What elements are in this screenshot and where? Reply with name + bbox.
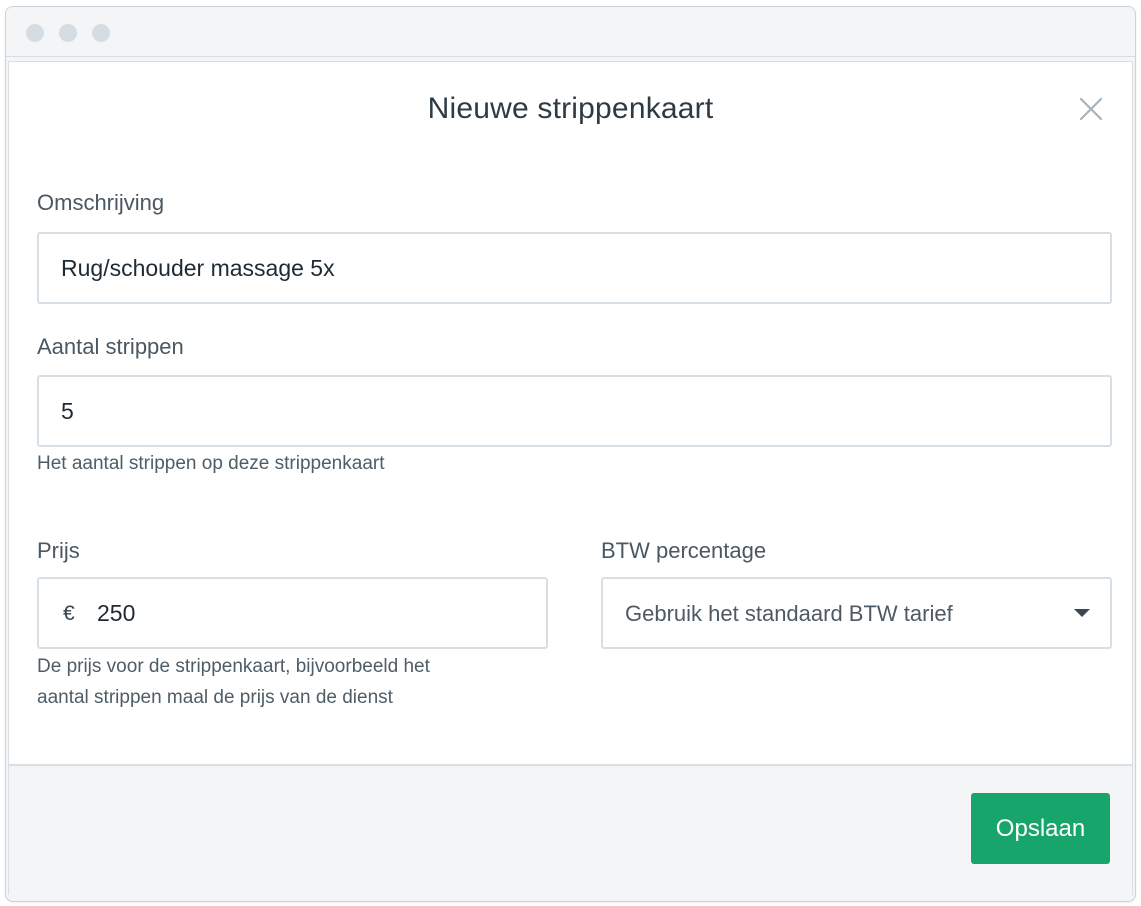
vat-select[interactable]: Gebruik het standaard BTW tarief xyxy=(601,577,1112,649)
app-window: Nieuwe strippenkaart Omschrijving Aantal… xyxy=(5,6,1136,902)
price-label: Prijs xyxy=(37,538,80,563)
description-label: Omschrijving xyxy=(37,190,165,215)
modal-title: Nieuwe strippenkaart xyxy=(427,92,714,125)
window-maximize-dot[interactable] xyxy=(92,24,110,42)
description-input[interactable] xyxy=(37,232,1112,304)
price-help-line-2: aantal strippen maal de prijs van de die… xyxy=(37,687,393,708)
window-close-dot[interactable] xyxy=(26,24,44,42)
save-button[interactable]: Opslaan xyxy=(971,793,1110,864)
strips-help-text: Het aantal strippen op deze strippenkaar… xyxy=(37,453,385,474)
vat-selected-value: Gebruik het standaard BTW tarief xyxy=(625,601,953,626)
price-input[interactable] xyxy=(37,577,548,649)
modal-footer: Opslaan xyxy=(9,764,1132,896)
strips-input[interactable] xyxy=(37,375,1112,447)
strips-label: Aantal strippen xyxy=(37,334,184,359)
currency-symbol: € xyxy=(63,602,75,625)
window-titlebar xyxy=(6,7,1135,57)
new-strip-card-modal: Nieuwe strippenkaart Omschrijving Aantal… xyxy=(8,61,1133,896)
vat-label: BTW percentage xyxy=(601,538,767,563)
price-help-line-1: De prijs voor de strippenkaart, bijvoorb… xyxy=(37,656,430,677)
close-icon xyxy=(1079,97,1103,121)
caret-down-icon xyxy=(1074,609,1090,617)
close-button[interactable] xyxy=(1076,94,1106,124)
window-minimize-dot[interactable] xyxy=(59,24,77,42)
